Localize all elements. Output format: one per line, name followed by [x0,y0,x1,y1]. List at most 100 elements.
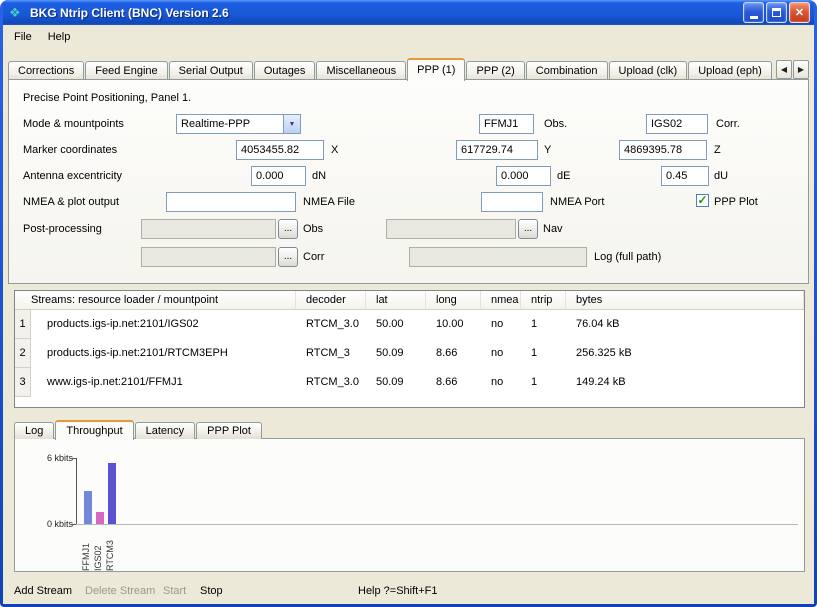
marker-z-field[interactable] [619,140,707,160]
corr-label: Corr. [716,118,740,130]
tab-corrections[interactable]: Corrections [8,61,84,80]
titlebar[interactable]: ❖ BKG Ntrip Client (BNC) Version 2.6 [3,0,814,25]
obs-mountpoint-field[interactable] [479,114,534,134]
cell-nmea: no [481,339,521,368]
post-obs-browse-button[interactable]: ... [278,219,298,239]
bar-rtcm3 [108,463,116,524]
post-corr-browse-button[interactable]: ... [278,247,298,267]
table-row[interactable]: 1 products.igs-ip.net:2101/IGS02 RTCM_3.… [15,310,804,339]
help-hint: Help ?=Shift+F1 [358,585,438,597]
chevron-down-icon[interactable] [283,115,300,133]
tab-miscellaneous[interactable]: Miscellaneous [316,61,406,80]
bottom-tab-log[interactable]: Log [14,422,54,439]
cell-nmea: no [481,368,521,397]
header-decoder: decoder [296,291,366,309]
delete-stream-button: Delete Stream [85,585,155,597]
marker-coordinates-label: Marker coordinates [23,144,117,156]
antenna-dn-field[interactable] [251,166,306,186]
throughput-chart: 6 kbits 0 kbits FFMJ1 IGS02 RTCM3 [14,438,805,572]
cell-long: 8.66 [426,339,481,368]
cell-bytes: 256.325 kB [566,339,804,368]
bnc-window: ❖ BKG Ntrip Client (BNC) Version 2.6 Fil… [0,0,817,607]
z-label: Z [714,144,721,156]
bottom-tabbar: Log Throughput Latency PPP Plot [14,419,263,439]
antenna-excentricity-label: Antenna excentricity [23,170,122,182]
x-label: X [331,144,338,156]
maximize-button[interactable] [766,2,787,23]
header-long: long [426,291,481,309]
nmea-port-label: NMEA Port [550,196,604,208]
tab-upload-eph[interactable]: Upload (eph) [688,61,772,80]
post-log-label: Log (full path) [594,251,661,263]
mode-value: Realtime-PPP [177,115,283,133]
ppp-plot-label: PPP Plot [714,196,758,208]
cell-lat: 50.00 [366,310,426,339]
mode-select[interactable]: Realtime-PPP [176,114,301,134]
tab-scroll-right-icon[interactable]: ▶ [793,60,809,79]
add-stream-button[interactable]: Add Stream [14,585,72,597]
tab-serial-output[interactable]: Serial Output [169,61,253,80]
cell-mountpoint: www.igs-ip.net:2101/FFMJ1 [31,368,296,397]
menu-file[interactable]: File [6,28,40,46]
tab-ppp-1[interactable]: PPP (1) [407,58,465,81]
post-log-field [409,247,587,267]
obs-label: Obs. [544,118,567,130]
table-row[interactable]: 3 www.igs-ip.net:2101/FFMJ1 RTCM_3.0 50.… [15,368,804,397]
dn-label: dN [312,170,326,182]
x-label-ffmj1: FFMJ1 [81,529,91,571]
de-label: dE [557,170,570,182]
antenna-du-field[interactable] [661,166,709,186]
ppp-panel: Precise Point Positioning, Panel 1. Mode… [8,79,809,284]
ppp-plot-checkbox[interactable] [696,194,709,207]
nmea-file-field[interactable] [166,192,296,212]
post-corr-field [141,247,276,267]
tick-top [71,458,76,459]
table-row[interactable]: 2 products.igs-ip.net:2101/RTCM3EPH RTCM… [15,339,804,368]
post-processing-label: Post-processing [23,223,102,235]
stop-button[interactable]: Stop [200,585,223,597]
corr-mountpoint-field[interactable] [646,114,708,134]
post-corr-label: Corr [303,251,324,263]
cell-bytes: 149.24 kB [566,368,804,397]
panel-title: Precise Point Positioning, Panel 1. [23,92,191,104]
cell-decoder: RTCM_3.0 [296,368,366,397]
cell-long: 10.00 [426,310,481,339]
menu-help[interactable]: Help [40,28,79,46]
tab-ppp-2[interactable]: PPP (2) [466,61,524,80]
marker-y-field[interactable] [456,140,538,160]
tab-scroll-left-icon[interactable]: ◀ [776,60,792,79]
post-obs-label: Obs [303,223,323,235]
row-number: 2 [15,339,31,368]
cell-long: 8.66 [426,368,481,397]
bottom-tab-ppp-plot[interactable]: PPP Plot [196,422,262,439]
bottom-tab-throughput[interactable]: Throughput [55,420,133,440]
close-button[interactable] [789,2,810,23]
du-label: dU [714,170,728,182]
post-obs-field [141,219,276,239]
nmea-port-field[interactable] [481,192,543,212]
cell-ntrip: 1 [521,310,566,339]
cell-lat: 50.09 [366,339,426,368]
tabbar: Corrections Feed Engine Serial Output Ou… [8,57,809,80]
y-label: Y [544,144,551,156]
marker-x-field[interactable] [236,140,324,160]
y-tick-bottom: 0 kbits [29,519,73,529]
bottom-tab-latency[interactable]: Latency [135,422,196,439]
antenna-de-field[interactable] [496,166,551,186]
tab-upload-clk[interactable]: Upload (clk) [609,61,688,80]
nmea-file-label: NMEA File [303,196,355,208]
header-lat: lat [366,291,426,309]
tab-combination[interactable]: Combination [526,61,608,80]
cell-ntrip: 1 [521,339,566,368]
header-mountpoint: Streams: resource loader / mountpoint [15,291,296,309]
cell-bytes: 76.04 kB [566,310,804,339]
tab-feed-engine[interactable]: Feed Engine [85,61,167,80]
x-axis [76,524,798,525]
post-nav-browse-button[interactable]: ... [518,219,538,239]
streams-table-header: Streams: resource loader / mountpoint de… [15,291,804,310]
minimize-button[interactable] [743,2,764,23]
nmea-plot-output-label: NMEA & plot output [23,196,119,208]
tab-outages[interactable]: Outages [254,61,316,80]
post-nav-field [386,219,516,239]
cell-ntrip: 1 [521,368,566,397]
